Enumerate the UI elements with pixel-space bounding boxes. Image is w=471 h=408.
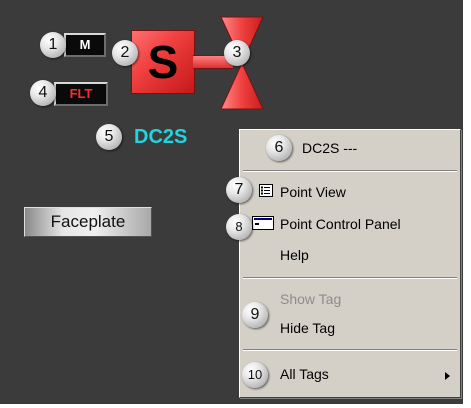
- callout-7: 7: [226, 177, 252, 203]
- menu-item-all-tags[interactable]: All Tags: [280, 366, 329, 382]
- menu-separator: [243, 349, 457, 351]
- graphic-display-panel: 1 M 2 S 3 4 FLT 5 DC2S Faceplate 6 DC2S …: [0, 0, 467, 404]
- tag-name-label[interactable]: DC2S: [134, 126, 187, 149]
- callout-5: 5: [96, 124, 122, 150]
- menu-item-hide-tag[interactable]: Hide Tag: [280, 320, 335, 336]
- callout-10: 10: [242, 362, 268, 388]
- mode-indicator[interactable]: M: [64, 33, 106, 57]
- menu-separator: [243, 170, 457, 172]
- solenoid-valve-status[interactable]: S: [131, 30, 195, 94]
- fault-indicator[interactable]: FLT: [54, 82, 108, 106]
- callout-6: 6: [266, 135, 292, 161]
- submenu-arrow-icon: [445, 372, 450, 380]
- menu-separator: [243, 277, 457, 279]
- menu-item-help[interactable]: Help: [280, 247, 309, 263]
- callout-1: 1: [40, 32, 66, 58]
- menu-item-point-view[interactable]: Point View: [280, 184, 346, 200]
- callout-8: 8: [226, 214, 252, 240]
- list-view-icon: [259, 184, 273, 197]
- callout-9: 9: [242, 302, 268, 328]
- menu-title: DC2S ---: [302, 140, 358, 156]
- context-menu: 6 DC2S --- 7 Point View 8 Point Control …: [226, 129, 461, 398]
- faceplate-button[interactable]: Faceplate: [24, 207, 152, 237]
- menu-item-show-tag: Show Tag: [280, 291, 342, 307]
- callout-3: 3: [224, 40, 250, 66]
- control-panel-icon: [252, 216, 274, 230]
- callout-2: 2: [112, 40, 138, 66]
- menu-item-point-control-panel[interactable]: Point Control Panel: [280, 216, 401, 232]
- callout-4: 4: [30, 80, 56, 106]
